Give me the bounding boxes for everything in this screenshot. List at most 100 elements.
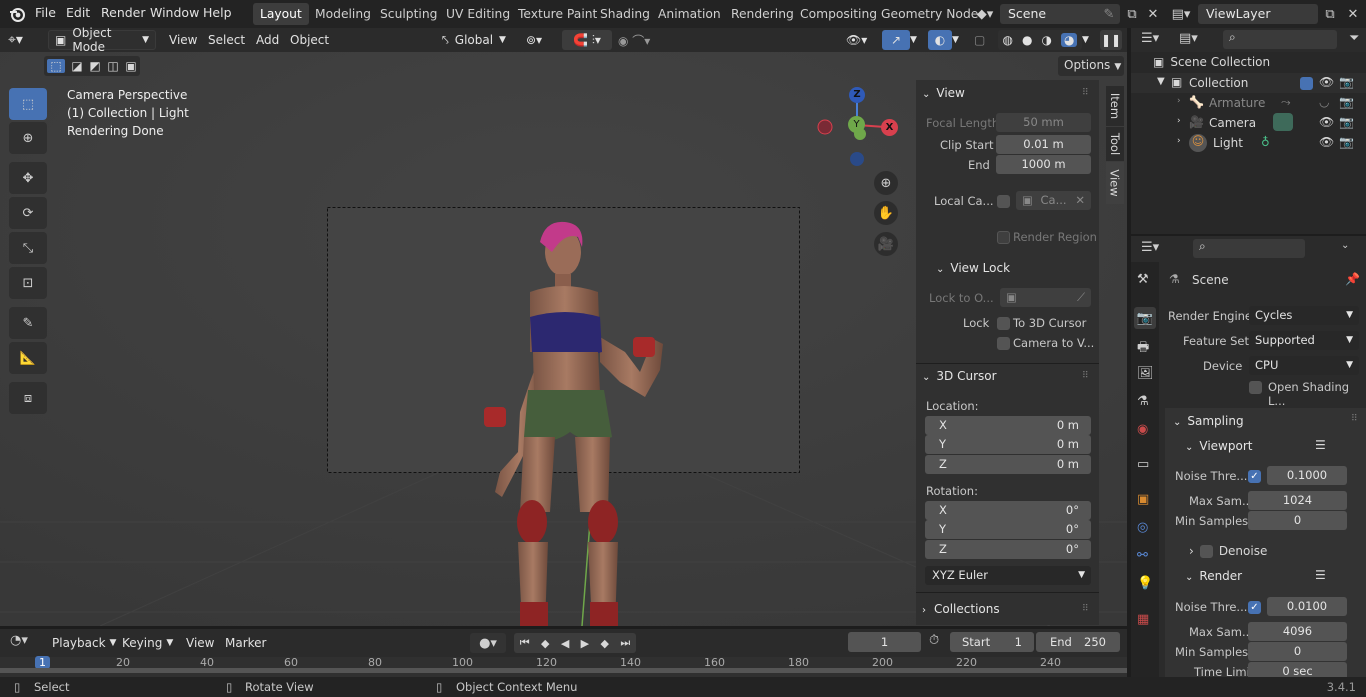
feature-set-dropdown[interactable]: Supported ▼ [1249,331,1359,350]
prev-keyframe-icon[interactable]: ◆ [541,637,549,650]
eyedropper-icon[interactable]: ⟋ [1077,288,1085,307]
tab-view[interactable]: View [1106,162,1124,204]
chevron-down-icon[interactable]: ▼ [1157,76,1165,87]
annotate-tool[interactable]: ✎ [9,307,47,339]
tool-tab-icon[interactable]: ⚒ [1137,272,1149,287]
light-data-tab-icon[interactable]: 💡 [1137,576,1153,591]
menu-window[interactable]: Window [150,5,199,20]
constraints-tab-icon[interactable]: ⚯ [1137,548,1148,563]
editor-type-icon[interactable]: ☰▾ [1141,31,1159,46]
sampling-header[interactable]: ⌄ Sampling [1173,414,1244,428]
lock-to-object-field[interactable]: ▣ ⟋ [1000,288,1091,307]
select-extend-icon[interactable]: ◪ [71,59,82,73]
render-tab-icon[interactable]: 📷 [1134,307,1156,329]
render-region-checkbox[interactable] [997,231,1010,244]
viewport-menu-view[interactable]: View [169,30,197,50]
cursor-rotation-y[interactable]: Y 0° [925,520,1091,539]
chevron-down-icon[interactable]: ⌄ [1341,240,1349,251]
start-frame-field[interactable]: Start 1 [950,632,1034,652]
camera-view-icon[interactable]: 🎥 [874,232,898,256]
eye-icon[interactable]: 👁 [1319,135,1334,149]
play-icon[interactable]: ▶ [581,637,589,650]
presets-list-icon[interactable]: ☰ [1315,438,1326,452]
local-camera-field[interactable]: ▣ Ca... ✕ [1016,191,1091,210]
collections-section-header[interactable]: › Collections [922,602,1000,616]
editor-type-icon[interactable]: ☰▾ [1141,240,1159,255]
cursor-rotation-z[interactable]: Z 0° [925,540,1091,559]
clip-end-field[interactable]: 1000 m [996,155,1091,174]
snap-icon[interactable]: 🧲 ⫶▾ [562,30,612,50]
device-dropdown[interactable]: CPU ▼ [1249,356,1359,375]
camera-render-icon[interactable]: 📷 [1339,95,1354,109]
wireframe-shading-icon[interactable]: ◍ [1003,33,1013,47]
tab-sculpting[interactable]: Sculpting [373,3,444,25]
jump-end-icon[interactable]: ⏭ [620,636,630,650]
cursor-rotation-x[interactable]: X 0° [925,501,1091,520]
timeline-menu-view[interactable]: View [186,633,214,653]
properties-search-input[interactable]: ⌕ [1193,239,1305,258]
lock-to-cursor-checkbox[interactable] [997,317,1010,330]
menu-render[interactable]: Render [101,5,146,20]
camera-to-view-checkbox[interactable] [997,337,1010,350]
output-tab-icon[interactable]: 🖶 [1137,338,1149,360]
gizmo-z-axis[interactable]: Z [849,87,865,103]
scene-collection-row[interactable]: ▣ Scene Collection [1153,55,1270,75]
object-tab-icon[interactable]: ▣ [1137,492,1149,507]
eye-icon[interactable]: 👁 [1319,75,1334,89]
timeline-menu-playback[interactable]: Playback ▼ [52,633,116,653]
add-cube-tool[interactable]: ⧈ [9,382,47,414]
options-dropdown[interactable]: Options ▼ [1058,56,1124,76]
shading-modes[interactable]: ◍ ● ◑ ◕ [998,30,1082,50]
drag-handle-icon[interactable]: ⠿ [1351,414,1358,424]
proportional-editing-icon[interactable]: ◉ ⌒▾ [618,30,666,50]
viewport-subpanel-header[interactable]: ⌄ Viewport [1185,439,1252,453]
outliner-item-camera[interactable]: › 🎥 Camera 👁 📷 [1131,113,1366,133]
chevron-down-icon[interactable]: ▼ [1082,30,1096,50]
cursor-location-y[interactable]: Y 0 m [925,435,1091,454]
xray-icon[interactable]: ▢ [974,30,994,50]
camera-render-icon[interactable]: 📷 [1339,75,1354,89]
eye-icon[interactable]: 👁 [1319,115,1334,129]
gizmo-y-axis[interactable]: Y [848,116,865,133]
presets-list-icon[interactable]: ☰ [1315,568,1326,582]
texture-tab-icon[interactable]: ▦ [1137,612,1149,627]
render-subpanel-header[interactable]: ⌄ Render [1185,569,1242,583]
end-frame-field[interactable]: End 250 [1036,632,1120,652]
focal-length-field[interactable]: 50 mm [996,113,1091,132]
camera-render-icon[interactable]: 📷 [1339,115,1354,129]
drag-handle-icon[interactable]: ⠿ [1082,88,1089,98]
overlays-toggle-icon[interactable]: ◐ [928,30,952,50]
filter-icon[interactable]: ⏷ [1349,31,1359,46]
new-scene-icon[interactable]: ⧉ [1122,4,1142,24]
move-tool[interactable]: ✥ [9,162,47,194]
outliner-item-light[interactable]: › ☺ Light ♁ 👁 📷 [1131,133,1366,153]
select-intersect-icon[interactable]: ▣ [125,59,136,73]
chevron-right-icon[interactable]: › [1177,96,1181,106]
scene-tab-icon[interactable]: ⚗ [1137,394,1149,409]
tab-texture-paint[interactable]: Texture Paint [511,3,604,25]
scene-selector-icon[interactable]: ◆▾ [972,4,998,24]
menu-file[interactable]: File [35,5,56,20]
eye-closed-icon[interactable]: ◡ [1319,95,1329,109]
chevron-down-icon[interactable]: ▼ [910,30,924,50]
pivot-point-icon[interactable]: ⊚▾ [526,30,556,50]
editor-type-icon[interactable]: ⌖▾ [8,30,42,50]
collection-exclude-checkbox[interactable] [1300,77,1313,90]
gizmo-x-axis[interactable]: X [881,119,898,136]
viewport-noise-checkbox[interactable]: ✓ [1248,470,1261,483]
rotate-tool[interactable]: ⟳ [9,197,47,229]
chevron-down-icon[interactable]: ▼ [952,30,966,50]
material-shading-icon[interactable]: ◑ [1042,33,1052,47]
jump-start-icon[interactable]: ⏮ [520,636,530,650]
current-frame-field[interactable]: 1 [848,632,921,652]
transform-orientation-dropdown[interactable]: ⤣ Global ▼ [442,30,518,50]
measure-tool[interactable]: 📐 [9,342,47,374]
tab-uv-editing[interactable]: UV Editing [439,3,517,25]
viewport-menu-select[interactable]: Select [208,30,245,50]
tab-rendering[interactable]: Rendering [724,3,801,25]
camera-data-icon[interactable] [1273,113,1293,131]
transform-tool[interactable]: ⊡ [9,267,47,299]
close-icon[interactable]: ✕ [1075,191,1085,210]
display-mode-icon[interactable]: ▤▾ [1179,31,1198,46]
editor-type-icon[interactable]: ◔▾ [10,633,28,648]
